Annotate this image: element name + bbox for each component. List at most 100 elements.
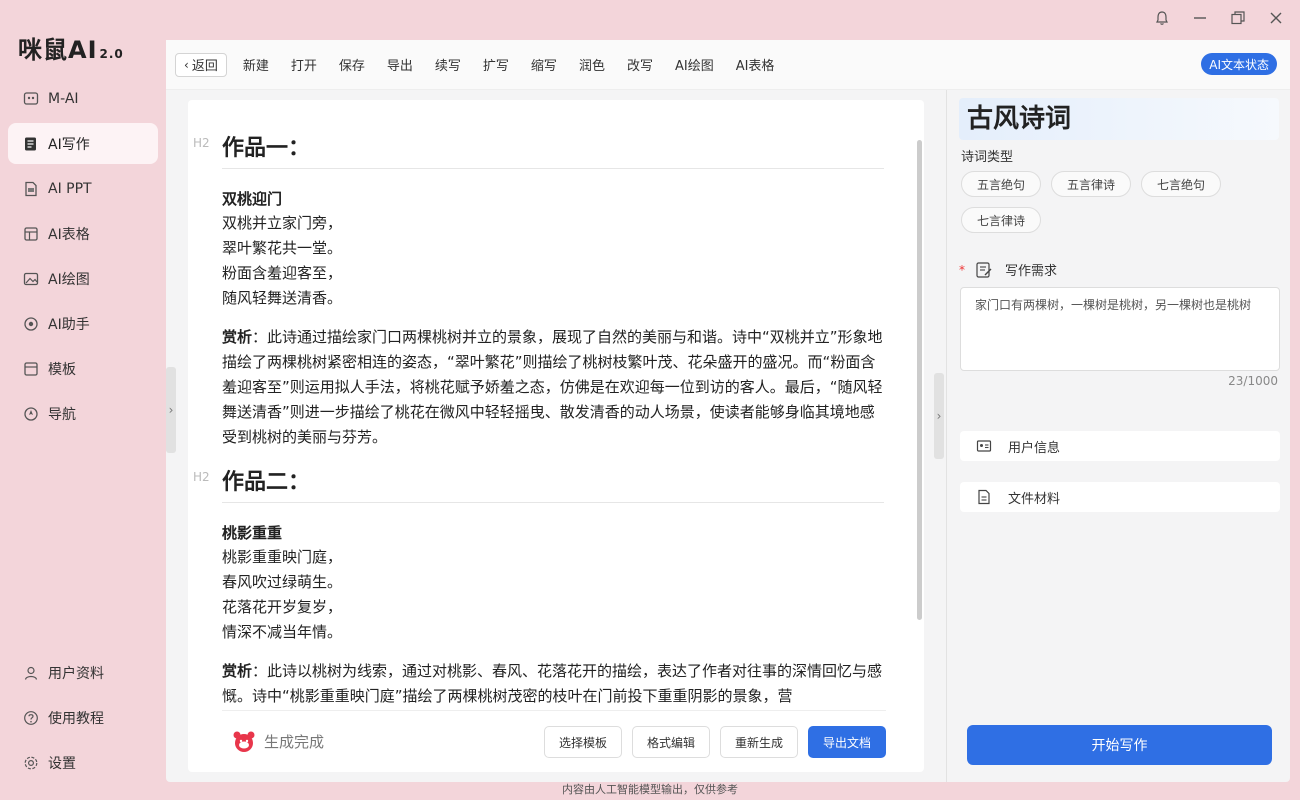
bell-icon[interactable] [1152, 8, 1172, 28]
toolbar-continue[interactable]: 续写 [435, 55, 461, 74]
toolbar-new[interactable]: 新建 [243, 55, 269, 74]
toolbar-expand[interactable]: 扩写 [483, 55, 509, 74]
sidebar-item-label: 设置 [48, 755, 76, 772]
chevron-right-icon: › [936, 409, 942, 423]
poem-type-options: 五言绝句 五言律诗 七言绝句 七言律诗 [961, 171, 1261, 233]
footer-buttons: 选择模板 格式编辑 重新生成 导出文档 [543, 726, 886, 758]
collapse-sidebar-handle[interactable]: › [166, 367, 176, 453]
toolbar-rewrite[interactable]: 改写 [627, 55, 653, 74]
file-icon [978, 489, 990, 505]
minimize-icon[interactable] [1190, 8, 1210, 28]
poem-line: 春风吹过绿萌生。 [222, 573, 343, 591]
appreciation-paragraph: 赏析：此诗以桃树为线索，通过对桃影、春风、花落花开的描绘，表达了作者对往事的深情… [222, 662, 883, 705]
sidebar-item-label: AI PPT [48, 180, 92, 197]
image-icon [22, 270, 40, 288]
sidebar-item-label: 用户资料 [48, 665, 104, 682]
poem-line: 情深不减当年情。 [222, 623, 343, 641]
write-icon [22, 135, 40, 153]
settings-panel: 古风诗词 诗词类型 五言绝句 五言律诗 七言绝句 七言律诗 * 写作需求 家门口… [946, 90, 1290, 782]
export-document-button[interactable]: 导出文档 [807, 726, 886, 758]
doc-section: H2 作品一： 双桃迎门 双桃并立家门旁， 翠叶繁花共一堂。 粉面含羞迎客至， … [193, 130, 884, 464]
toolbar-open[interactable]: 打开 [291, 55, 317, 74]
document-scrollbar[interactable] [917, 140, 922, 620]
table-icon [22, 225, 40, 243]
heading-level-tag: H2 [193, 136, 210, 150]
sidebar-item-navigation[interactable]: 导航 [8, 393, 158, 434]
poem-title: 双桃迎门 [222, 190, 283, 208]
sidebar-item-label: AI写作 [48, 136, 90, 153]
regenerate-button[interactable]: 重新生成 [719, 726, 798, 758]
restore-icon[interactable] [1228, 8, 1248, 28]
sidebar-nav: M-AI AI写作 AI PPT AI表格 AI绘图 AI助手 模板 导航 [8, 78, 158, 438]
start-writing-button[interactable]: 开始写作 [967, 725, 1272, 765]
sidebar-item-ai-table[interactable]: AI表格 [8, 213, 158, 254]
format-edit-button[interactable]: 格式编辑 [631, 726, 710, 758]
chip-qiyan-lvshi[interactable]: 七言律诗 [961, 207, 1041, 233]
generation-status: 生成完成 [232, 730, 324, 754]
editor-footer: 生成完成 选择模板 格式编辑 重新生成 导出文档 [222, 710, 886, 772]
m-ai-icon [22, 90, 40, 108]
sidebar-item-ai-ppt[interactable]: AI PPT [8, 168, 158, 209]
chip-qiyan-jueju[interactable]: 七言绝句 [1141, 171, 1221, 197]
sidebar-item-m-ai[interactable]: M-AI [8, 78, 158, 119]
poem-line: 翠叶繁花共一堂。 [222, 239, 343, 257]
writing-requirement-input[interactable]: 家门口有两棵树，一棵树是桃树，另一棵树也是桃树 [960, 287, 1280, 371]
panel-title: 古风诗词 [959, 98, 1279, 140]
main-panel: ‹ 返回 新建 打开 保存 导出 续写 扩写 缩写 润色 改写 AI绘图 AI表格… [166, 40, 1290, 782]
chip-wuyan-jueju[interactable]: 五言绝句 [961, 171, 1041, 197]
poem-line: 双桃并立家门旁， [222, 214, 343, 232]
chevron-left-icon: ‹ [184, 57, 189, 72]
user-info-row[interactable]: 用户信息 [960, 431, 1280, 461]
sidebar-item-user-profile[interactable]: 用户资料 [8, 652, 158, 693]
assistant-icon [22, 315, 40, 333]
toolbar-export[interactable]: 导出 [387, 55, 413, 74]
poem-type-label: 诗词类型 [961, 150, 1014, 165]
close-icon[interactable] [1266, 8, 1286, 28]
required-star: * [959, 262, 965, 277]
toolbar-ai-image[interactable]: AI绘图 [675, 55, 714, 74]
poem-title: 桃影重重 [222, 524, 283, 542]
document-editor[interactable]: H2 作品一： 双桃迎门 双桃并立家门旁， 翠叶繁花共一堂。 粉面含羞迎客至， … [188, 100, 924, 772]
sidebar-item-ai-assistant[interactable]: AI助手 [8, 303, 158, 344]
window-controls [1152, 8, 1286, 28]
ai-status-badge[interactable]: AI文本状态 [1201, 53, 1277, 75]
edit-doc-icon [976, 261, 992, 278]
toolbar: ‹ 返回 新建 打开 保存 导出 续写 扩写 缩写 润色 改写 AI绘图 AI表格… [166, 40, 1290, 90]
sidebar-item-label: 导航 [48, 406, 76, 423]
section-heading: 作品二： [222, 464, 884, 503]
sidebar-item-template[interactable]: 模板 [8, 348, 158, 389]
sidebar-item-ai-writing[interactable]: AI写作 [8, 123, 158, 164]
chip-wuyan-lvshi[interactable]: 五言律诗 [1051, 171, 1131, 197]
poem-line: 花落花开岁复岁， [222, 598, 343, 616]
select-template-button[interactable]: 选择模板 [543, 726, 622, 758]
sidebar-item-settings[interactable]: 设置 [8, 742, 158, 783]
app-logo: 咪鼠AI 2.0 [18, 36, 124, 64]
mascot-icon [233, 731, 255, 752]
disclaimer: 内容由人工智能模型输出，仅供参考 [562, 783, 738, 796]
collapse-panel-handle[interactable]: › [934, 373, 944, 459]
writing-requirement-label: * 写作需求 [959, 261, 1058, 279]
back-button[interactable]: ‹ 返回 [175, 52, 227, 77]
sidebar-item-ai-image[interactable]: AI绘图 [8, 258, 158, 299]
sidebar-item-label: AI绘图 [48, 271, 90, 288]
sidebar-item-label: 使用教程 [48, 710, 104, 727]
appreciation-paragraph: 赏析：此诗通过描绘家门口两棵桃树并立的景象，展现了自然的美丽与和谐。诗中“双桃并… [222, 328, 883, 446]
document-content[interactable]: H2 作品一： 双桃迎门 双桃并立家门旁， 翠叶繁花共一堂。 粉面含羞迎客至， … [188, 100, 924, 710]
chevron-right-icon: › [168, 403, 174, 417]
ppt-icon [22, 180, 40, 198]
toolbar-ai-table[interactable]: AI表格 [736, 55, 775, 74]
sidebar-item-label: AI助手 [48, 316, 90, 333]
sidebar-item-tutorial[interactable]: 使用教程 [8, 697, 158, 738]
poem-line: 随风轻舞送清香。 [222, 289, 343, 307]
toolbar-save[interactable]: 保存 [339, 55, 365, 74]
sidebar-item-label: 模板 [48, 361, 76, 378]
file-material-row[interactable]: 文件材料 [960, 482, 1280, 512]
sidebar-bottom: 用户资料 使用教程 设置 [8, 652, 158, 787]
user-icon [22, 664, 40, 682]
toolbar-condense[interactable]: 缩写 [531, 55, 557, 74]
navigation-icon [22, 405, 40, 423]
sidebar: 咪鼠AI2.0 M-AI AI写作 AI PPT AI表格 AI绘图 AI助手 [0, 0, 166, 800]
poem-line: 粉面含羞迎客至， [222, 264, 343, 282]
heading-level-tag: H2 [193, 470, 210, 484]
toolbar-polish[interactable]: 润色 [579, 55, 605, 74]
